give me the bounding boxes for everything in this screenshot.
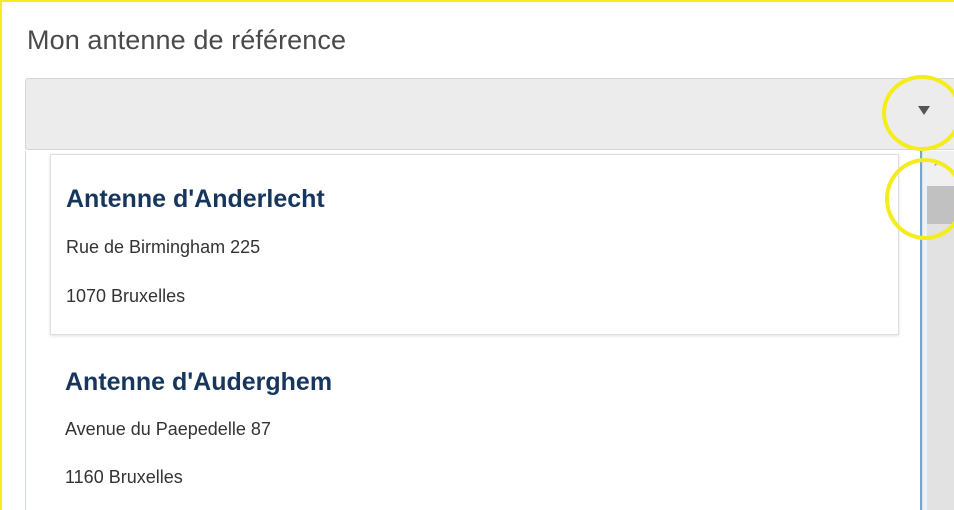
option-city: 1160 Bruxelles: [65, 467, 183, 487]
option-title: Antenne d'Auderghem: [65, 368, 333, 396]
option-street: Avenue du Paepedelle 87: [65, 419, 271, 439]
option-street: Rue de Birmingham 225: [66, 237, 261, 257]
option-auderghem[interactable]: Antenne d'Auderghem Avenue du Paepedelle…: [50, 351, 899, 510]
field-label: Mon antenne de référence: [27, 25, 347, 55]
scroll-track[interactable]: [927, 224, 954, 510]
annotation-circle-arrow: [882, 75, 954, 151]
antenna-select[interactable]: [25, 78, 954, 150]
dropdown-list: Antenne d'Anderlecht Rue de Birmingham 2…: [25, 151, 922, 510]
highlight-frame-top: [0, 0, 954, 2]
highlight-frame-left: [0, 0, 2, 510]
option-title: Antenne d'Anderlecht: [66, 185, 325, 213]
option-city: 1070 Bruxelles: [66, 286, 186, 306]
option-anderlecht[interactable]: Antenne d'Anderlecht Rue de Birmingham 2…: [50, 154, 899, 335]
